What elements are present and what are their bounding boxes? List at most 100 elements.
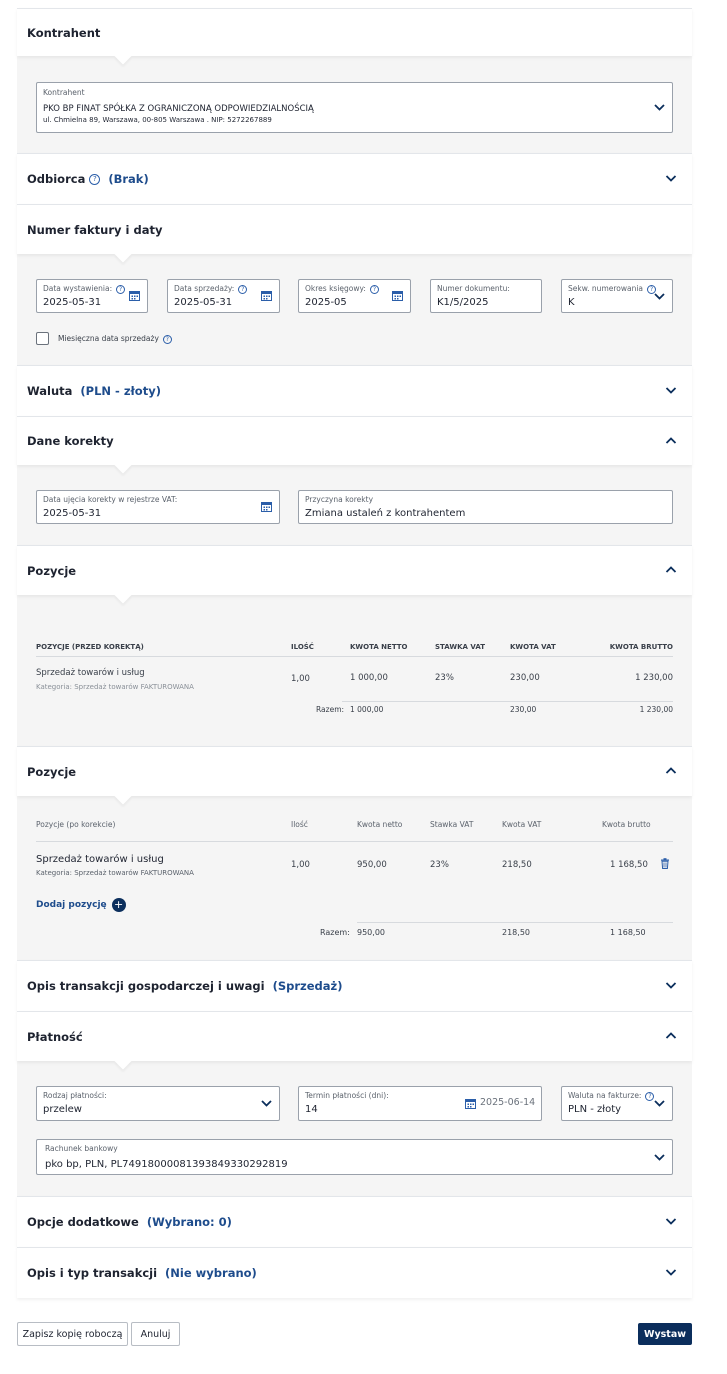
chevron-down-icon <box>653 290 666 303</box>
section-title: Waluta <box>27 384 73 398</box>
data-sprzedazy-label: Data sprzedaży:? <box>174 284 248 294</box>
rodzaj-platnosci-select[interactable]: Rodzaj płatności: przelew <box>36 1086 280 1121</box>
okres-label: Okres księgowy:? <box>305 284 379 294</box>
section-body-numer: Data wystawienia:? 2025-05-31 Data sprze… <box>17 254 692 365</box>
add-position-button[interactable]: Dodaj pozycję + <box>36 898 126 912</box>
przyczyna-korekty-field[interactable]: Przyczyna korekty Zmiana ustaleń z kontr… <box>298 490 673 524</box>
total-net: 950,00 <box>357 928 385 937</box>
chevron-down-icon[interactable] <box>664 978 678 992</box>
sekw-value: K <box>568 297 575 308</box>
section-title: Opcje dodatkowe <box>27 1215 139 1229</box>
chevron-down-icon[interactable] <box>664 1265 678 1279</box>
section-header-odbiorca[interactable]: Odbiorca ? (Brak) <box>17 153 692 204</box>
section-body-pozycje-przed: POZYCJE (PRZED KOREKTĄ) ILOŚĆ KWOTA NETT… <box>17 595 692 746</box>
section-header-platnosc[interactable]: Płatność <box>17 1011 692 1070</box>
section-title: Kontrahent <box>27 25 101 40</box>
waluta-faktury-select[interactable]: Waluta na fakturze:? PLN - złoty <box>561 1086 673 1121</box>
item-vat: 218,50 <box>502 860 532 870</box>
section-body-pozycje-po: Pozycje (po korekcie) Ilość Kwota netto … <box>17 796 692 960</box>
kontrahent-select[interactable]: Kontrahent PKO BP FINAT SPÓŁKA Z OGRANIC… <box>36 82 673 133</box>
issue-button[interactable]: Wystaw <box>638 1323 692 1345</box>
chevron-up-icon[interactable] <box>664 764 678 778</box>
calendar-icon[interactable] <box>261 501 272 512</box>
item-vat: 230,00 <box>510 673 540 683</box>
section-header-dane-korekty[interactable]: Dane korekty <box>17 416 692 474</box>
section-title: Dane korekty <box>27 434 114 448</box>
section-header-opis-transakcji[interactable]: Opis transakcji gospodarczej i uwagi (Sp… <box>17 960 692 1011</box>
column-header: Stawka VAT <box>430 820 474 829</box>
total-vat: 218,50 <box>502 928 530 937</box>
section-value: (Nie wybrano) <box>165 1266 257 1280</box>
przyczyna-value: Zmiana ustaleń z kontrahentem <box>305 508 466 519</box>
chevron-down-icon[interactable] <box>664 1214 678 1228</box>
save-draft-button[interactable]: Zapisz kopię roboczą <box>17 1322 128 1346</box>
rodzaj-label: Rodzaj płatności: <box>43 1091 107 1100</box>
column-header: KWOTA BRUTTO <box>609 643 673 651</box>
chevron-down-icon <box>653 101 666 114</box>
section-title: Odbiorca <box>27 172 86 186</box>
calendar-icon[interactable] <box>465 1098 476 1109</box>
section-header-pozycje-przed[interactable]: Pozycje <box>17 545 692 604</box>
column-header: KWOTA NETTO <box>350 643 408 651</box>
section-header-kontrahent: Kontrahent <box>17 8 692 65</box>
column-header: Kwota netto <box>357 820 403 829</box>
total-net: 1 000,00 <box>350 705 384 714</box>
column-header: Kwota VAT <box>502 820 542 829</box>
section-value: (PLN - złoty) <box>80 384 161 398</box>
section-title: Numer faktury i daty <box>27 222 163 237</box>
chevron-down-icon <box>653 1151 666 1164</box>
waluta-label: Waluta na fakturze:? <box>568 1091 655 1101</box>
column-header: POZYCJE (PRZED KOREKTĄ) <box>36 643 144 651</box>
numer-dokumentu-value: K1/5/2025 <box>437 297 489 308</box>
rachunek-label: Rachunek bankowy <box>45 1144 118 1153</box>
section-header-numer: Numer faktury i daty <box>17 204 692 263</box>
calendar-icon[interactable] <box>392 290 403 301</box>
data-sprzedazy-field[interactable]: Data sprzedaży:? 2025-05-31 <box>167 279 280 313</box>
column-header: KWOTA VAT <box>510 643 556 651</box>
info-icon[interactable]: ? <box>116 284 126 294</box>
miesieczna-checkbox[interactable] <box>36 332 49 345</box>
data-wystawienia-field[interactable]: Data wystawienia:? 2025-05-31 <box>36 279 148 313</box>
item-name: Sprzedaż towarów i usług <box>36 668 145 678</box>
column-header: STAWKA VAT <box>435 643 485 651</box>
chevron-up-icon[interactable] <box>664 563 678 577</box>
section-title: Pozycje <box>27 563 77 578</box>
data-ujecia-label: Data ujęcia korekty w rejestrze VAT: <box>43 495 178 504</box>
rachunek-value: pko bp, PLN, PL7491800008139384933029281… <box>45 1159 288 1170</box>
data-ujecia-field[interactable]: Data ujęcia korekty w rejestrze VAT: 202… <box>36 490 280 524</box>
chevron-up-icon[interactable] <box>664 434 678 448</box>
kontrahent-name: PKO BP FINAT SPÓŁKA Z OGRANICZONĄ ODPOWI… <box>43 104 314 114</box>
info-icon[interactable]: ? <box>238 284 248 294</box>
calendar-icon[interactable] <box>261 290 272 301</box>
sekw-numerowania-select[interactable]: Sekw. numerowania? K <box>561 279 673 313</box>
okres-ksiegowy-field[interactable]: Okres księgowy:? 2025-05 <box>298 279 411 313</box>
column-header: Ilość <box>291 820 308 829</box>
chevron-up-icon[interactable] <box>664 1029 678 1043</box>
info-icon[interactable]: ? <box>89 173 101 185</box>
numer-dokumentu-field[interactable]: Numer dokumentu: K1/5/2025 <box>430 279 542 313</box>
rachunek-bankowy-select[interactable]: Rachunek bankowy pko bp, PLN, PL74918000… <box>36 1139 673 1175</box>
section-header-pozycje-po[interactable]: Pozycje <box>17 746 692 805</box>
termin-platnosci-field[interactable]: Termin płatności (dni): 14 2025-06-14 <box>298 1086 542 1121</box>
chevron-down-icon[interactable] <box>664 171 678 185</box>
calendar-icon[interactable] <box>129 290 140 301</box>
section-header-opis-typ[interactable]: Opis i typ transakcji (Nie wybrano) <box>17 1247 692 1298</box>
chevron-down-icon[interactable] <box>664 383 678 397</box>
column-header: Pozycje (po korekcie) <box>36 820 116 829</box>
info-icon[interactable]: ? <box>369 284 379 294</box>
section-value: (Wybrano: 0) <box>146 1215 232 1229</box>
item-name: Sprzedaż towarów i usług <box>36 854 164 865</box>
section-title: Płatność <box>27 1029 83 1044</box>
trash-icon[interactable] <box>660 858 670 869</box>
total-vat: 230,00 <box>510 705 537 714</box>
section-body-dane-korekty: Data ujęcia korekty w rejestrze VAT: 202… <box>17 465 692 545</box>
waluta-value: PLN - złoty <box>568 1104 622 1115</box>
kontrahent-address: ul. Chmielna 89, Warszawa, 00-805 Warsza… <box>43 116 272 124</box>
miesieczna-label: Miesięczna data sprzedaży? <box>58 334 172 344</box>
chevron-down-icon <box>260 1097 273 1110</box>
item-category: Kategoria: Sprzedaż towarów FAKTUROWANA <box>36 869 194 877</box>
section-header-waluta[interactable]: Waluta (PLN - złoty) <box>17 365 692 416</box>
info-icon[interactable]: ? <box>162 334 172 344</box>
section-header-opcje[interactable]: Opcje dodatkowe (Wybrano: 0) <box>17 1196 692 1247</box>
cancel-button[interactable]: Anuluj <box>131 1322 180 1346</box>
